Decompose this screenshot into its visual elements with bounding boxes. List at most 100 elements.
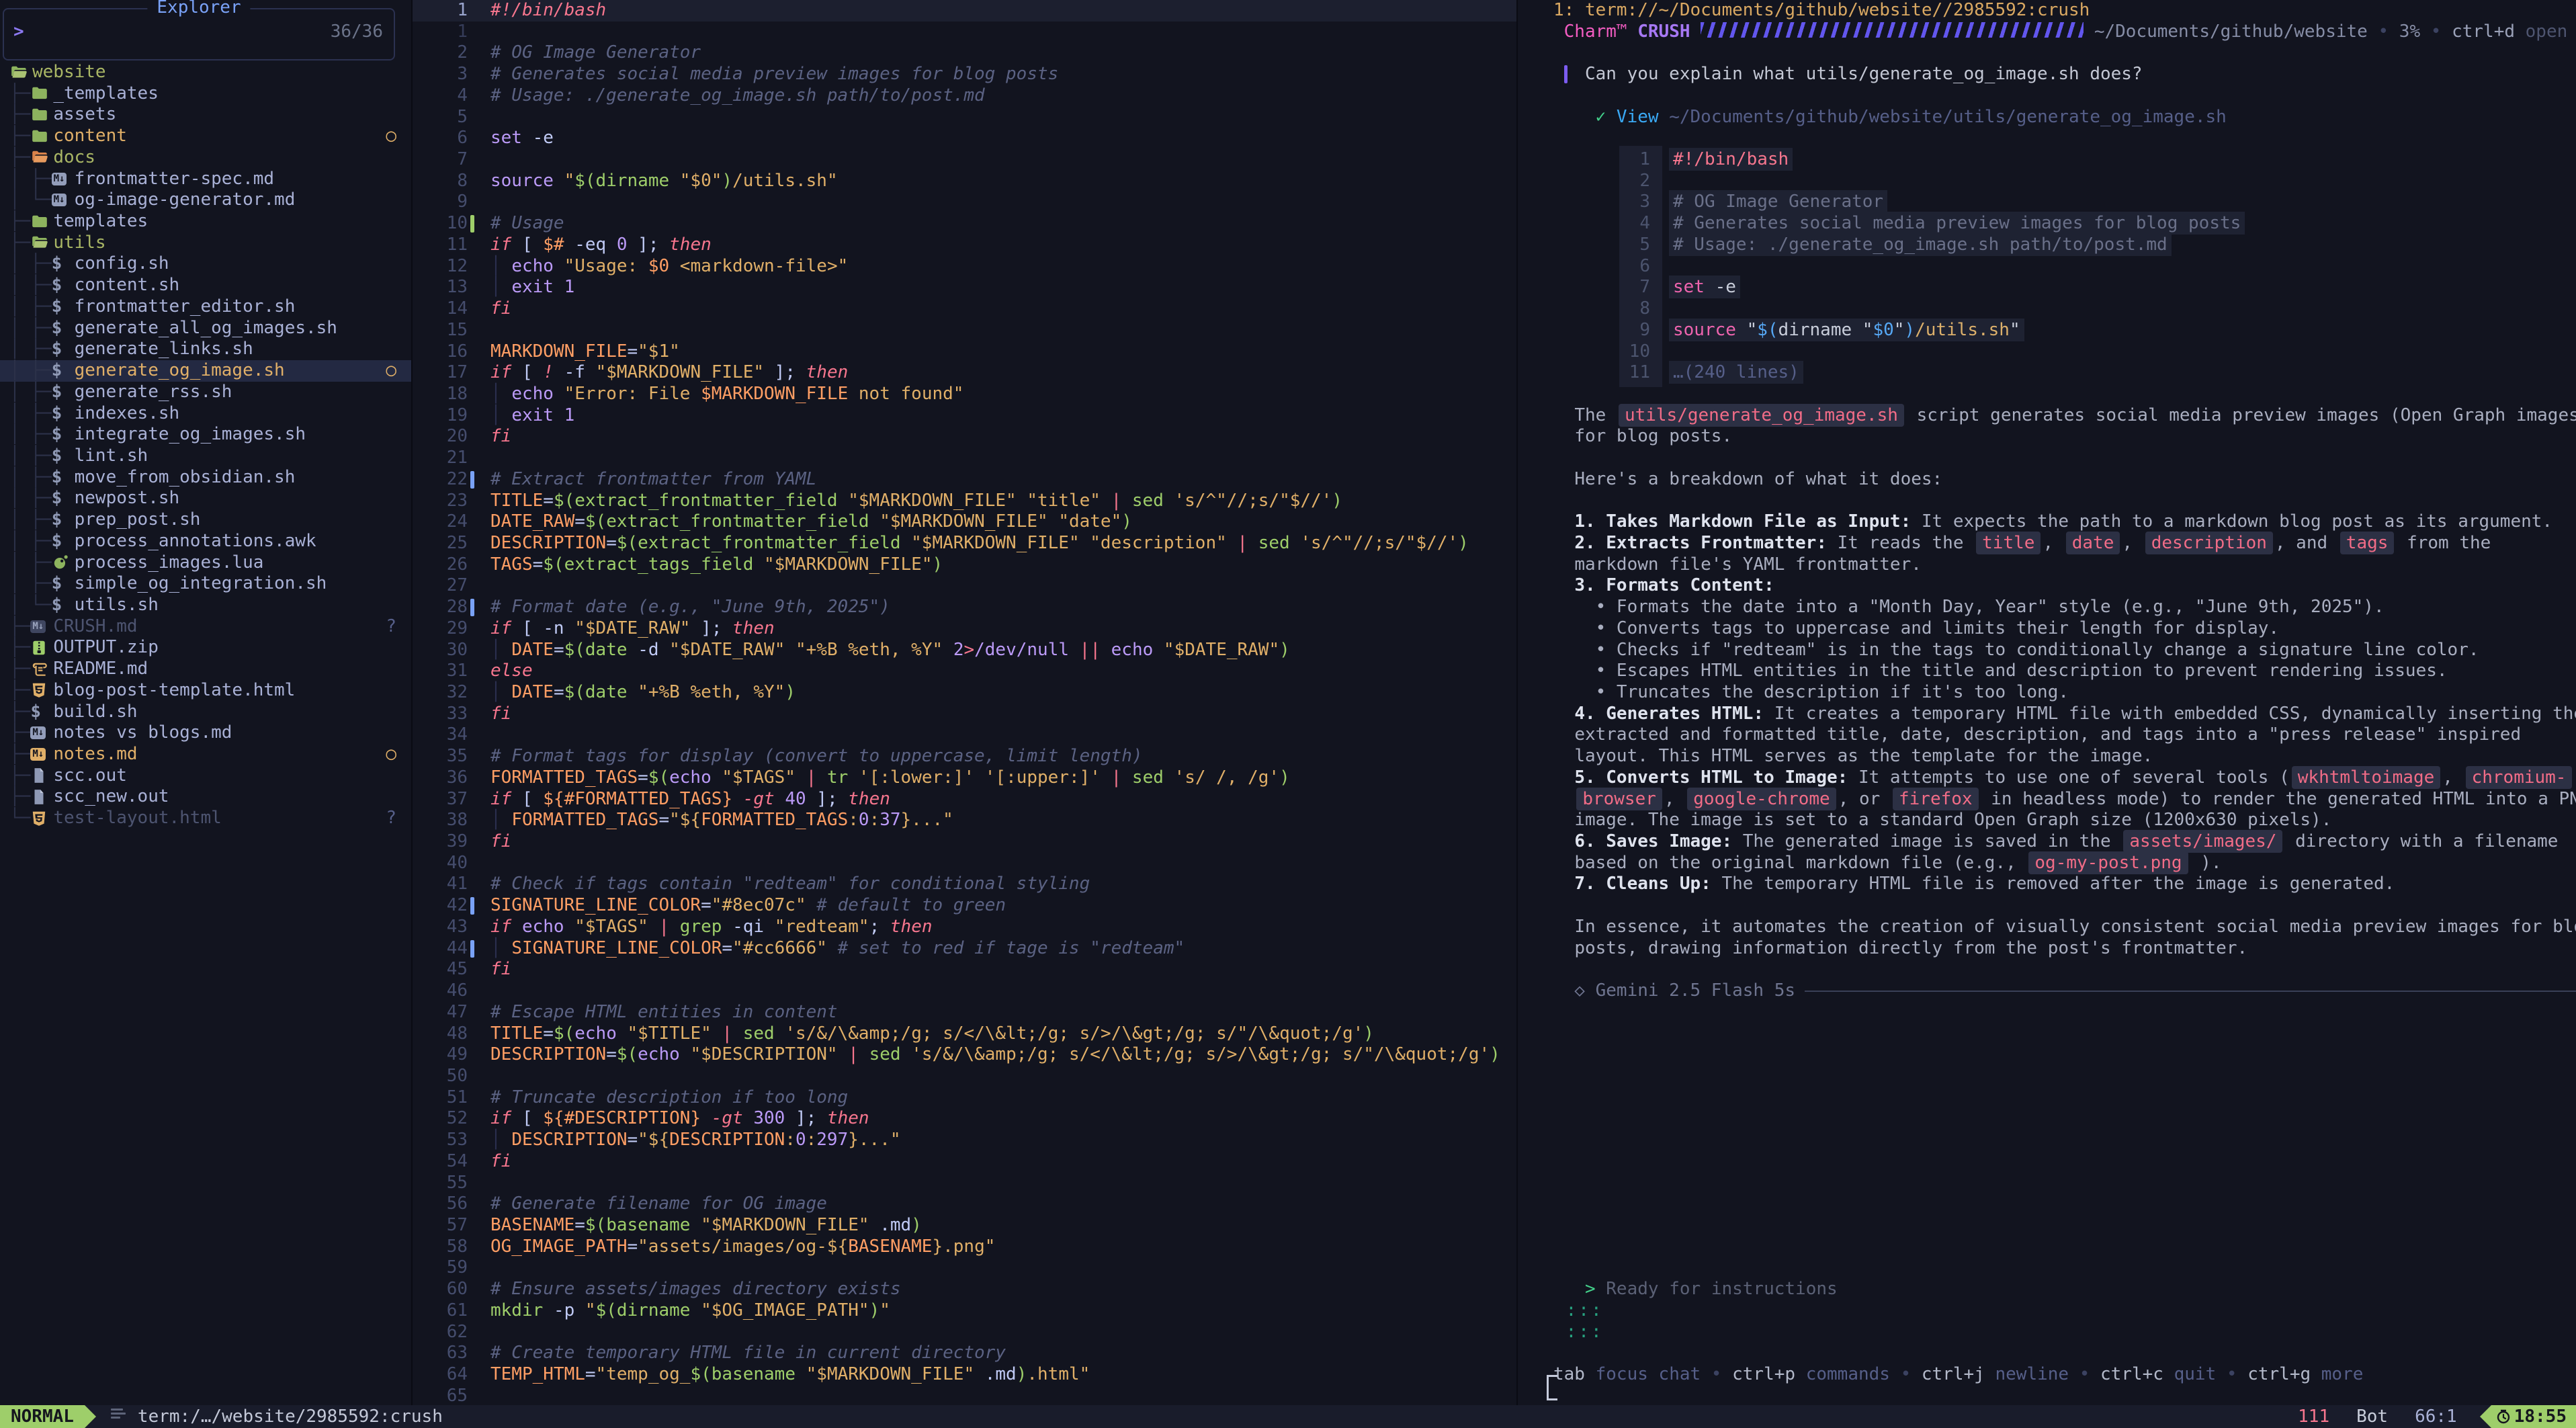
code-line[interactable]: 1#!/bin/bash bbox=[413, 0, 1516, 22]
tree-item-build-sh[interactable]: ├─$build.sh bbox=[0, 702, 411, 723]
tree-item-simple-og-integration-sh[interactable]: │ ├─$simple_og_integration.sh bbox=[0, 573, 411, 595]
tree-item-blog-post-template-html[interactable]: ├─blog-post-template.html bbox=[0, 680, 411, 702]
code-line[interactable]: 56# Generate filename for OG image bbox=[413, 1193, 1516, 1215]
tree-item-generate-og-image-sh[interactable]: │ ├─$generate_og_image.sh○ bbox=[0, 360, 411, 382]
code-line[interactable]: 47# Escape HTML entities in content bbox=[413, 1002, 1516, 1023]
tree-item-frontmatter-editor-sh[interactable]: │ ├─$frontmatter_editor.sh bbox=[0, 296, 411, 318]
code-line[interactable]: 31else bbox=[413, 661, 1516, 682]
tree-item-lint-sh[interactable]: │ ├─$lint.sh bbox=[0, 446, 411, 467]
code-line[interactable]: 17if [ ! -f "$MARKDOWN_FILE" ]; then bbox=[413, 362, 1516, 384]
code-line[interactable]: 32│ DATE=$(date "+%B %eth, %Y") bbox=[413, 682, 1516, 704]
code-line[interactable]: 1 bbox=[413, 22, 1516, 43]
code-line[interactable]: 12│ echo "Usage: $0 <markdown-file>" bbox=[413, 256, 1516, 278]
code-line[interactable]: 60# Ensure assets/images directory exist… bbox=[413, 1279, 1516, 1300]
tree-item-prep-post-sh[interactable]: │ ├─$prep_post.sh bbox=[0, 509, 411, 531]
code-line[interactable]: 23TITLE=$(extract_frontmatter_field "$MA… bbox=[413, 491, 1516, 512]
tree-item-generate-all-og-images-sh[interactable]: │ ├─$generate_all_og_images.sh bbox=[0, 318, 411, 339]
tree-item-utils[interactable]: ├─utils bbox=[0, 233, 411, 254]
code-line[interactable]: 9 bbox=[413, 192, 1516, 213]
code-line[interactable]: 46 bbox=[413, 980, 1516, 1002]
code-line[interactable]: 14fi bbox=[413, 298, 1516, 320]
code-line[interactable]: 11if [ $# -eq 0 ]; then bbox=[413, 235, 1516, 256]
code-line[interactable]: 29if [ -n "$DATE_RAW" ]; then bbox=[413, 618, 1516, 640]
code-line[interactable]: 6set -e bbox=[413, 128, 1516, 149]
code-line[interactable]: 5 bbox=[413, 107, 1516, 128]
code-line[interactable]: 44│ SIGNATURE_LINE_COLOR="#cc6666" # set… bbox=[413, 938, 1516, 960]
code-line[interactable]: 48TITLE=$(echo "$TITLE" | sed 's/&/\&amp… bbox=[413, 1023, 1516, 1045]
tree-item-newpost-sh[interactable]: │ ├─$newpost.sh bbox=[0, 488, 411, 509]
code-line[interactable]: 50 bbox=[413, 1066, 1516, 1087]
tree-item-scc-new-out[interactable]: ├─scc_new.out bbox=[0, 786, 411, 808]
code-line[interactable]: 54fi bbox=[413, 1151, 1516, 1173]
code-line[interactable]: 63# Create temporary HTML file in curren… bbox=[413, 1343, 1516, 1364]
tree-item-output-zip[interactable]: ├─OUTPUT.zip bbox=[0, 637, 411, 659]
tree-item--templates[interactable]: ├─_templates bbox=[0, 83, 411, 105]
code-line[interactable]: 7 bbox=[413, 149, 1516, 171]
tree-item-crush-md[interactable]: ├─M↓CRUSH.md? bbox=[0, 616, 411, 638]
code-line[interactable]: 38│ FORMATTED_TAGS="${FORMATTED_TAGS:0:3… bbox=[413, 810, 1516, 831]
code-line[interactable]: 26TAGS=$(extract_tags_field "$MARKDOWN_F… bbox=[413, 554, 1516, 576]
code-line[interactable]: 57BASENAME=$(basename "$MARKDOWN_FILE" .… bbox=[413, 1215, 1516, 1236]
crush-terminal-pane[interactable]: 1: term://~/Documents/github/website//29… bbox=[1518, 0, 2576, 1405]
tree-item-docs[interactable]: ├─docs bbox=[0, 147, 411, 169]
code-line[interactable]: 49DESCRIPTION=$(echo "$DESCRIPTION" | se… bbox=[413, 1044, 1516, 1066]
explorer-filter-box[interactable]: Explorer > 36/36 bbox=[3, 8, 395, 60]
editor-pane[interactable]: 1#!/bin/bash12# OG Image Generator3# Gen… bbox=[413, 0, 1516, 1405]
tree-item-indexes-sh[interactable]: │ ├─$indexes.sh bbox=[0, 403, 411, 425]
code-line[interactable]: 59 bbox=[413, 1257, 1516, 1279]
tree-item-og-image-generator-md[interactable]: │ └─M↓og-image-generator.md bbox=[0, 190, 411, 211]
code-line[interactable]: 42SIGNATURE_LINE_COLOR="#8ec07c" # defau… bbox=[413, 895, 1516, 917]
code-line[interactable]: 39fi bbox=[413, 831, 1516, 853]
tree-item-assets[interactable]: ├─assets bbox=[0, 104, 411, 126]
code-line[interactable]: 53│ DESCRIPTION="${DESCRIPTION:0:297}...… bbox=[413, 1130, 1516, 1151]
tree-item-test-layout-html[interactable]: └─test-layout.html? bbox=[0, 808, 411, 829]
code-line[interactable]: 22# Extract frontmatter from YAML bbox=[413, 469, 1516, 491]
tree-item-utils-sh[interactable]: │ └─$utils.sh bbox=[0, 595, 411, 616]
code-line[interactable]: 18│ echo "Error: File $MARKDOWN_FILE not… bbox=[413, 384, 1516, 405]
code-line[interactable]: 45fi bbox=[413, 959, 1516, 980]
tree-item-config-sh[interactable]: │ ├─$config.sh bbox=[0, 253, 411, 275]
code-line[interactable]: 52if [ ${#DESCRIPTION} -gt 300 ]; then bbox=[413, 1108, 1516, 1130]
tree-item-integrate-og-images-sh[interactable]: │ ├─$integrate_og_images.sh bbox=[0, 424, 411, 446]
tree-item-notes-vs-blogs-md[interactable]: ├─M↓notes vs blogs.md bbox=[0, 722, 411, 744]
code-line[interactable]: 3# Generates social media preview images… bbox=[413, 64, 1516, 85]
code-line[interactable]: 16MARKDOWN_FILE="$1" bbox=[413, 341, 1516, 363]
tree-item-content[interactable]: ├─content○ bbox=[0, 126, 411, 147]
code-line[interactable]: 25DESCRIPTION=$(extract_frontmatter_fiel… bbox=[413, 533, 1516, 554]
code-line[interactable]: 41# Check if tags contain "redteam" for … bbox=[413, 874, 1516, 895]
code-line[interactable]: 51# Truncate description if too long bbox=[413, 1087, 1516, 1109]
file-explorer-pane[interactable]: Explorer > 36/36 website├─_templates├─as… bbox=[0, 0, 411, 1405]
code-line[interactable]: 4# Usage: ./generate_og_image.sh path/to… bbox=[413, 85, 1516, 107]
tree-item-website[interactable]: website bbox=[0, 62, 411, 83]
tree-item-content-sh[interactable]: │ ├─$content.sh bbox=[0, 275, 411, 296]
code-line[interactable]: 55 bbox=[413, 1173, 1516, 1194]
code-line[interactable]: 27 bbox=[413, 575, 1516, 597]
crush-input-line[interactable]: > Ready for instructions bbox=[1553, 1279, 2576, 1300]
tree-item-move-from-obsidian-sh[interactable]: │ ├─$move_from_obsidian.sh bbox=[0, 467, 411, 489]
tree-item-scc-out[interactable]: ├─scc.out bbox=[0, 765, 411, 787]
code-line[interactable]: 24DATE_RAW=$(extract_frontmatter_field "… bbox=[413, 511, 1516, 533]
code-line[interactable]: 28# Format date (e.g., "June 9th, 2025") bbox=[413, 597, 1516, 618]
code-line[interactable]: 2# OG Image Generator bbox=[413, 42, 1516, 64]
code-line[interactable]: 43if echo "$TAGS" | grep -qi "redteam"; … bbox=[413, 917, 1516, 938]
code-line[interactable]: 62 bbox=[413, 1322, 1516, 1343]
tree-item-process-images-lua[interactable]: │ ├─process_images.lua bbox=[0, 552, 411, 574]
tree-item-readme-md[interactable]: ├─README.md bbox=[0, 659, 411, 680]
code-line[interactable]: 15 bbox=[413, 320, 1516, 341]
tree-item-process-annotations-awk[interactable]: │ ├─$process_annotations.awk bbox=[0, 531, 411, 552]
code-line[interactable]: 37if [ ${#FORMATTED_TAGS} -gt 40 ]; then bbox=[413, 789, 1516, 810]
code-line[interactable]: 20fi bbox=[413, 426, 1516, 448]
code-line[interactable]: 40 bbox=[413, 853, 1516, 874]
code-line[interactable]: 8source "$(dirname "$0")/utils.sh" bbox=[413, 171, 1516, 192]
code-line[interactable]: 13│ exit 1 bbox=[413, 277, 1516, 298]
tree-item-generate-rss-sh[interactable]: │ ├─$generate_rss.sh bbox=[0, 382, 411, 403]
code-line[interactable]: 64TEMP_HTML="temp_og_$(basename "$MARKDO… bbox=[413, 1364, 1516, 1386]
code-line[interactable]: 36FORMATTED_TAGS=$(echo "$TAGS" | tr '[:… bbox=[413, 767, 1516, 789]
code-line[interactable]: 58OG_IMAGE_PATH="assets/images/og-${BASE… bbox=[413, 1236, 1516, 1258]
code-line[interactable]: 30│ DATE=$(date -d "$DATE_RAW" "+%B %eth… bbox=[413, 640, 1516, 661]
code-line[interactable]: 35# Format tags for display (convert to … bbox=[413, 746, 1516, 767]
code-line[interactable]: 33fi bbox=[413, 704, 1516, 725]
tree-item-generate-links-sh[interactable]: │ ├─$generate_links.sh bbox=[0, 339, 411, 360]
code-line[interactable]: 10# Usage bbox=[413, 213, 1516, 235]
code-line[interactable]: 19│ exit 1 bbox=[413, 405, 1516, 427]
